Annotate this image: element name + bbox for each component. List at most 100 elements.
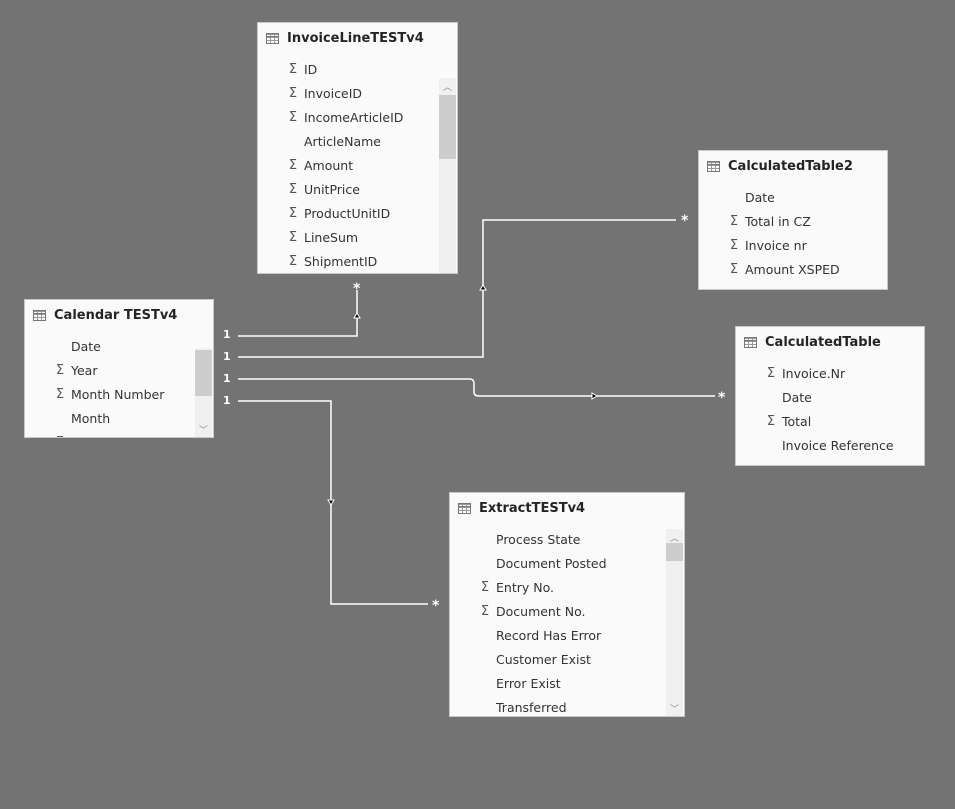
sigma-icon: Σ [729,237,739,253]
field-item[interactable]: Σ Invoice.Nr [736,361,924,385]
field-item[interactable]: Σ ProductUnitID [258,201,457,225]
scrollbar-thumb[interactable] [439,95,456,159]
table-invoicelinetestv4[interactable]: InvoiceLineTESTv4 Σ ID Σ InvoiceID Σ IncomeArt… [257,22,458,274]
field-item[interactable]: Σ Total [736,409,924,433]
field-item[interactable]: Σ Month Number [25,382,213,406]
field-item[interactable]: ΣYear Month Number [25,430,213,438]
field-name: InvoiceID [304,85,363,101]
table-icon [458,503,471,514]
sigma-icon: Σ [288,61,298,77]
sigma-icon: Σ [55,362,65,378]
table-header[interactable]: InvoiceLineTESTv4 [266,31,424,46]
table-title: InvoiceLineTESTv4 [287,31,424,46]
table-calculatedtable2[interactable]: CalculatedTable2 Date Σ Total in CZ Σ Invoice… [698,150,888,290]
field-item[interactable]: ArticleName [258,129,457,153]
field-item[interactable]: Month [25,406,213,430]
field-item[interactable]: Process State [450,527,684,551]
field-name: ShipmentID [304,253,378,269]
field-item[interactable]: Σ Invoice nr [699,233,887,257]
table-icon [33,310,46,321]
sigma-icon: Σ [55,386,65,402]
field-item[interactable]: Date [736,385,924,409]
table-header[interactable]: Calendar TESTv4 [33,308,177,323]
field-name: Error Exist [496,675,561,691]
field-item[interactable]: Σ ID [258,57,457,81]
field-item[interactable]: Σ Total in CZ [699,209,887,233]
field-name: Transferred [496,699,567,715]
table-calculatedtable[interactable]: CalculatedTable Σ Invoice.Nr Date Σ Total Invo… [735,326,925,466]
scrollbar[interactable]: ︿﹀ [439,78,456,273]
scrollbar-thumb[interactable] [666,543,683,561]
field-name: Date [71,338,101,354]
table-extracttestv4[interactable]: ExtractTESTv4 Process State Document Poste… [449,492,685,717]
field-list: Σ Invoice.Nr Date Σ Total Invoice Reference [736,361,924,465]
field-item[interactable]: Σ UnitPrice [258,177,457,201]
table-title: CalculatedTable [765,335,881,350]
field-item[interactable]: Date [699,185,887,209]
table-title: Calendar TESTv4 [54,308,178,323]
sigma-icon: Σ [288,229,298,245]
field-item[interactable]: Error Exist [450,671,684,695]
field-list: Date Σ Total in CZ Σ Invoice nr Σ Amount XSPED [699,185,887,289]
scrollbar[interactable]: ︿﹀ [195,348,212,437]
field-item[interactable]: Σ Document No. [450,599,684,623]
field-item[interactable]: Σ Amount [258,153,457,177]
field-item[interactable]: Σ LineSum [258,225,457,249]
field-name: UnitPrice [304,181,360,197]
relationship-calendar-invoiceline[interactable] [238,290,358,337]
field-name: Process State [496,531,581,547]
table-title: ExtractTESTv4 [479,501,586,516]
sigma-icon: Σ [288,85,298,101]
field-name: ArticleName [304,133,381,149]
field-name: ProductUnitID [304,205,391,221]
field-item[interactable]: Record Has Error [450,623,684,647]
direction-arrow [353,312,361,319]
field-item[interactable]: Transferred [450,695,684,716]
field-list: Σ ID Σ InvoiceID Σ IncomeArticleID ArticleName… [258,57,457,273]
field-list: Date Σ Year ΣMonth NumberMonthΣYear Month N… [25,334,213,438]
field-item[interactable]: Σ Year [25,358,213,382]
sigma-icon: Σ [51,435,69,438]
field-item[interactable]: Invoice Reference [736,433,924,457]
sigma-icon: Σ [766,413,776,429]
field-name: IncomeArticleID [304,109,404,125]
table-header[interactable]: ExtractTESTv4 [458,501,585,516]
field-item[interactable]: Σ InvoiceID [258,81,457,105]
field-name: Date [745,189,775,205]
field-name: Record Has Error [496,627,602,643]
table-calendar-testv4[interactable]: Calendar TESTv4 Date Σ Year Σ Month Number Mon… [24,299,214,438]
cardinality-many: * [432,598,440,614]
sigma-icon: Σ [729,261,739,277]
field-list: Process State Document Posted Σ Entry No. Σ D… [450,527,684,716]
relationship-calendar-calc[interactable] [238,378,715,397]
direction-arrow [327,499,335,506]
scroll-up-icon[interactable]: ︿ [439,80,456,93]
scrollbar[interactable]: ︿﹀ [666,529,683,716]
scroll-down-icon[interactable]: ﹀ [195,423,212,436]
field-name: Total [782,413,812,429]
scrollbar-thumb[interactable] [195,350,212,396]
field-item[interactable]: Σ Amount XSPED [699,257,887,281]
field-item[interactable]: Customer Exist [450,647,684,671]
field-name: Invoice Reference [782,437,894,453]
field-name: Document Posted [496,555,607,571]
cardinality-many: * [718,390,726,406]
field-name: Invoice nr [745,237,807,253]
field-name: Amount XSPED [745,261,840,277]
field-item[interactable]: Σ ShipmentID [258,249,457,273]
table-icon [266,33,279,44]
table-header[interactable]: CalculatedTable [744,335,881,350]
table-header[interactable]: CalculatedTable2 [707,159,853,174]
field-item[interactable]: Σ IncomeArticleID [258,105,457,129]
field-item[interactable]: Date [25,334,213,358]
field-item[interactable]: Σ Entry No. [450,575,684,599]
sigma-icon: Σ [288,157,298,173]
scroll-down-icon[interactable]: ﹀ [666,702,683,715]
field-name: Total in CZ [745,213,811,229]
field-name: Invoice.Nr [782,365,846,381]
sigma-icon: Σ [288,205,298,221]
field-item[interactable]: Document Posted [450,551,684,575]
sigma-icon: Σ [480,603,490,619]
sigma-icon: Σ [766,365,776,381]
field-name: Year [71,362,98,378]
